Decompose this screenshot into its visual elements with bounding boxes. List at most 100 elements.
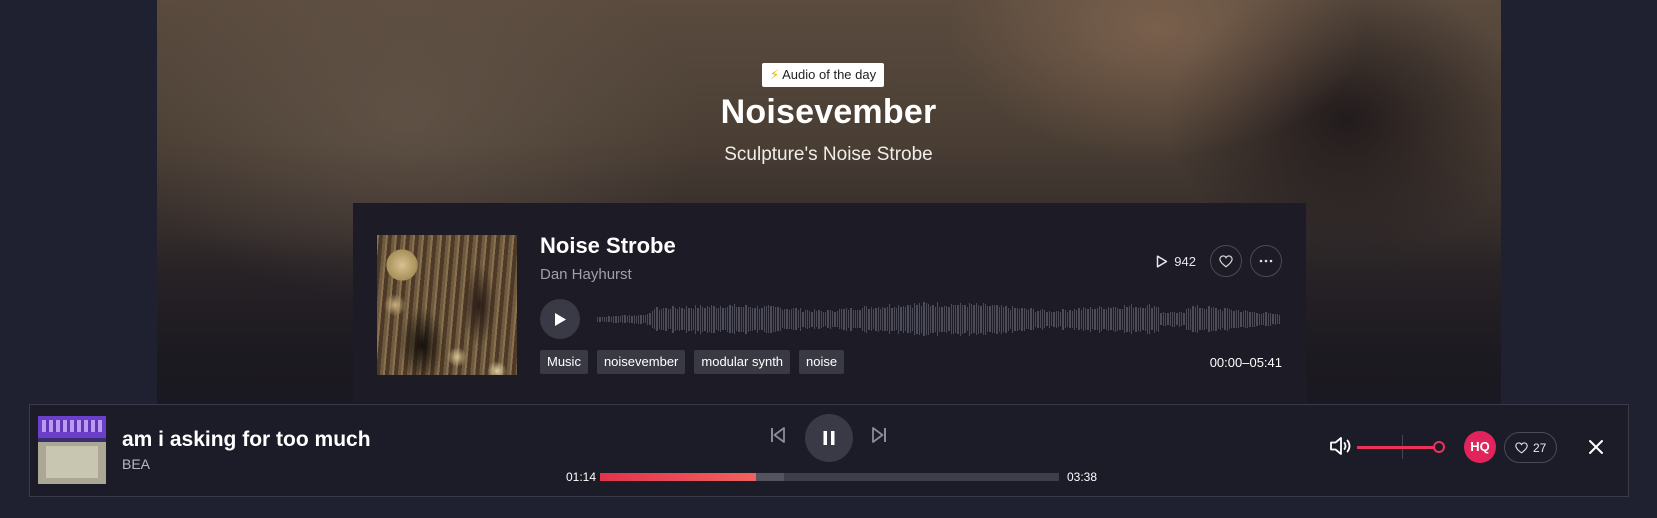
progress-fill xyxy=(600,473,757,481)
waveform-bar xyxy=(836,311,838,327)
like-button[interactable] xyxy=(1210,245,1242,277)
mini-player: am i asking for too much BEA 01:14 03:38 xyxy=(29,404,1629,497)
waveform-bar xyxy=(1021,307,1023,331)
waveform-bar xyxy=(1279,314,1281,324)
waveform-bar xyxy=(1039,310,1041,328)
waveform-bar xyxy=(761,308,763,330)
waveform-bar xyxy=(902,305,904,333)
now-playing-artist[interactable]: BEA xyxy=(122,456,150,472)
waveform-bar xyxy=(861,307,863,331)
waveform-bar xyxy=(772,306,774,332)
waveform-bar xyxy=(923,302,925,336)
now-playing-thumbnail[interactable] xyxy=(38,416,106,484)
waveform-bar xyxy=(941,306,943,332)
player-like-button[interactable]: 27 xyxy=(1504,432,1558,463)
waveform-bar xyxy=(1183,313,1185,325)
next-track-button[interactable] xyxy=(866,419,892,451)
waveform-bar xyxy=(679,307,681,331)
track-title[interactable]: Noise Strobe xyxy=(540,233,676,259)
like-count: 27 xyxy=(1533,440,1547,455)
waveform-bar xyxy=(1041,308,1044,330)
waveform-bar xyxy=(670,309,672,329)
waveform-bar xyxy=(977,304,980,334)
waveform-bar xyxy=(1219,308,1222,330)
waveform-bar xyxy=(1057,311,1060,327)
waveform-bar xyxy=(749,307,752,331)
waveform-bar xyxy=(1238,310,1240,328)
waveform-bar xyxy=(1046,312,1048,326)
waveform-bar xyxy=(635,315,638,323)
waveform-bar xyxy=(870,307,873,331)
progress-bar[interactable] xyxy=(600,473,1059,481)
waveform-bar xyxy=(868,308,870,330)
waveform-bar xyxy=(1098,305,1101,333)
waveform-bar xyxy=(939,306,941,332)
waveform-bar xyxy=(768,305,770,333)
tag-noise[interactable]: noise xyxy=(799,350,845,374)
waveform-bar xyxy=(644,315,647,323)
volume-button[interactable] xyxy=(1328,434,1354,458)
waveform-bar xyxy=(685,305,688,333)
skip-next-icon xyxy=(872,427,886,443)
waveform-bar xyxy=(1000,304,1003,334)
waveform-bar xyxy=(936,302,939,336)
waveform-bar xyxy=(774,306,777,332)
track-artist[interactable]: Dan Hayhurst xyxy=(540,266,632,283)
waveform-bar xyxy=(1276,314,1279,324)
pause-button[interactable] xyxy=(805,414,853,462)
waveform-bar xyxy=(1155,307,1158,331)
waveform-bar xyxy=(993,305,996,333)
waveform-bar xyxy=(1085,308,1087,330)
waveform-bar xyxy=(1133,308,1135,330)
waveform-bar xyxy=(996,304,998,334)
waveform-bar xyxy=(987,306,989,332)
waveform-bar xyxy=(1137,307,1139,331)
waveform-bar xyxy=(672,305,674,333)
waveform-bar xyxy=(706,305,708,333)
waveform-bar xyxy=(1203,308,1206,330)
waveform-bar xyxy=(1071,310,1073,328)
waveform-bar xyxy=(649,313,651,325)
waveform-bar xyxy=(1123,305,1126,333)
waveform-bar xyxy=(816,311,818,327)
tag-noisevember[interactable]: noisevember xyxy=(596,350,686,374)
tag-list: Music noisevember modular synth noise xyxy=(540,350,845,374)
tag-music[interactable]: Music xyxy=(540,350,588,374)
waveform-bar xyxy=(932,305,934,333)
close-player-button[interactable] xyxy=(1586,437,1606,457)
waveform-bar xyxy=(827,310,829,328)
waveform-bar xyxy=(1165,312,1167,326)
waveform-scrubber[interactable] xyxy=(597,299,1282,339)
waveform-bar xyxy=(1226,307,1228,331)
track-cover-art[interactable] xyxy=(377,235,517,375)
tag-modular-synth[interactable]: modular synth xyxy=(694,350,791,374)
waveform-bar xyxy=(914,303,916,335)
waveform-bar xyxy=(610,316,612,322)
waveform-bar xyxy=(660,308,663,330)
waveform-bar xyxy=(907,305,909,333)
waveform-bar xyxy=(886,307,888,331)
waveform-bar xyxy=(1260,313,1263,325)
previous-track-button[interactable] xyxy=(765,419,791,451)
waveform-bar xyxy=(738,306,740,332)
more-options-button[interactable] xyxy=(1250,245,1282,277)
card-play-button[interactable] xyxy=(540,299,580,339)
waveform-bar xyxy=(651,310,654,328)
play-count: 942 xyxy=(1156,254,1196,269)
waveform-bar xyxy=(904,307,907,331)
waveform-bar xyxy=(875,307,877,331)
volume-slider[interactable] xyxy=(1357,446,1439,449)
hq-toggle[interactable]: HQ xyxy=(1464,431,1496,463)
waveform-bar xyxy=(736,307,738,331)
waveform-bar xyxy=(743,306,745,332)
waveform-bar xyxy=(1108,307,1110,331)
waveform-bar xyxy=(1171,311,1174,327)
volume-slider-handle[interactable] xyxy=(1433,441,1445,453)
waveform-bar xyxy=(973,305,975,333)
waveform-bar xyxy=(1114,306,1117,332)
now-playing-title[interactable]: am i asking for too much xyxy=(122,428,371,452)
waveform-bar xyxy=(745,304,747,334)
waveform-bar xyxy=(1212,307,1215,331)
waveform-bar xyxy=(911,307,914,331)
waveform-bar xyxy=(631,315,633,323)
